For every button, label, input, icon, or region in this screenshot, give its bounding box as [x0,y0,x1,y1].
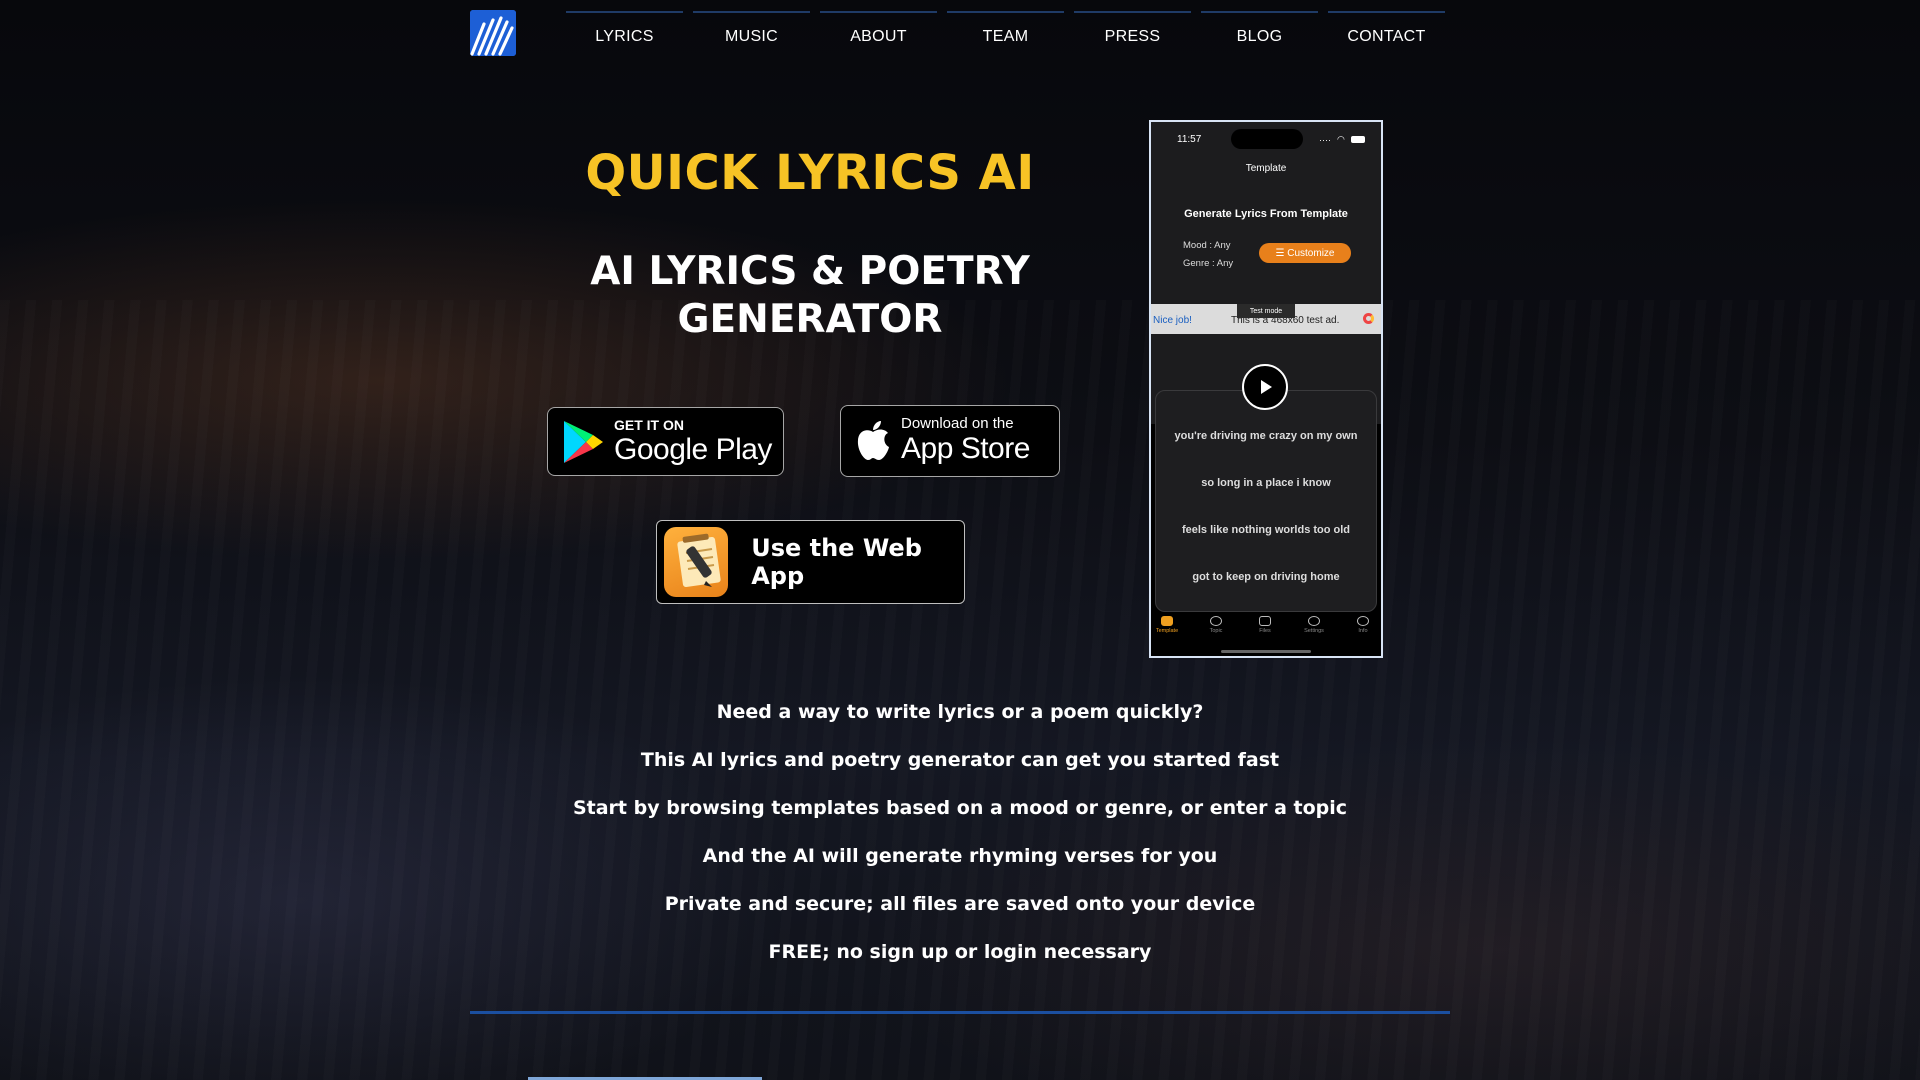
google-play-big-text: Google Play [614,432,772,466]
tab-label: Files [1259,628,1271,634]
battery-icon [1350,136,1365,143]
nav-press[interactable]: PRESS [1074,11,1191,61]
logo-stripes-icon [470,10,516,56]
phone-dynamic-island [1231,129,1303,149]
phone-genre: Genre : Any [1183,258,1234,269]
phone-status-icons: ···· ◠ [1319,134,1365,145]
hero-title: QUICK LYRICS AI [585,145,1035,201]
phone-card-title: Generate Lyrics From Template [1184,208,1348,220]
tab-info[interactable]: Info [1343,616,1381,634]
nav-contact[interactable]: CONTACT [1328,11,1445,61]
tab-topic[interactable]: Topic [1196,616,1236,634]
tab-settings[interactable]: Settings [1294,616,1334,634]
ad-test-mode-badge: Test mode [1237,304,1295,318]
signal-icon: ···· [1319,134,1331,145]
description-line: Start by browsing templates based on a m… [572,797,1348,819]
phone-test-ad[interactable]: Nice job! This is a 468x60 test ad. Test… [1151,304,1381,334]
apple-icon [855,420,891,462]
topic-tab-icon [1210,616,1222,626]
description-line: This AI lyrics and poetry generator can … [640,749,1280,771]
app-store-big-text: App Store [901,432,1030,465]
nav-about[interactable]: ABOUT [820,11,937,61]
web-app-label: Use the Web App [751,534,922,590]
lyric-line: so long in a place i know [1201,477,1331,489]
web-app-button[interactable]: Use the Web App [656,520,965,604]
wifi-icon: ◠ [1337,134,1345,144]
tab-template[interactable]: Template [1151,616,1187,634]
template-tab-icon [1161,616,1173,626]
ad-nice-text: Nice job! [1153,315,1192,326]
nav-music[interactable]: MUSIC [693,11,810,61]
description-block: Need a way to write lyrics or a poem qui… [560,697,1360,985]
description-line: And the AI will generate rhyming verses … [702,845,1218,867]
notepad-pen-icon [664,527,729,597]
phone-nav-title: Template [1245,163,1287,174]
phone-header: 11:57 ···· ◠ Template [1151,122,1381,182]
google-play-button[interactable]: GET IT ON Google Play [547,407,784,476]
lyric-line: you're driving me crazy on my own [1174,430,1358,442]
phone-mockup: 11:57 ···· ◠ Template Generate Lyrics Fr… [1149,120,1383,658]
tab-label: Info [1358,628,1368,634]
nav-team[interactable]: TEAM [947,11,1064,61]
hero-subtitle-line2: GENERATOR [677,297,943,342]
nav-lyrics[interactable]: LYRICS [566,11,683,61]
tab-label: Template [1155,628,1179,634]
gear-icon [1308,616,1320,626]
description-line: FREE; no sign up or login necessary [768,941,1152,963]
google-play-icon [562,419,604,465]
files-tab-icon [1259,616,1271,626]
description-line: Need a way to write lyrics or a poem qui… [716,701,1204,723]
phone-customize-button[interactable]: ☰ Customize [1259,243,1351,263]
section-divider [470,1011,1450,1014]
hero-subtitle: AI LYRICS & POETRY GENERATOR [560,248,1060,344]
hero-subtitle-line1: AI LYRICS & POETRY [590,249,1030,294]
lyric-line: got to keep on driving home [1192,571,1340,583]
site-logo[interactable] [470,10,516,56]
lyric-line: feels like nothing worlds too old [1181,524,1351,536]
ad-logo-icon [1363,313,1374,324]
play-icon[interactable] [1242,364,1288,410]
main-nav: LYRICS MUSIC ABOUT TEAM PRESS BLOG CONTA… [566,11,1455,61]
tab-label: Topic [1209,628,1223,634]
phone-time: 11:57 [1177,134,1202,145]
tab-files[interactable]: Files [1245,616,1285,634]
tab-label: Settings [1304,628,1324,634]
google-play-small-text: GET IT ON [614,416,684,433]
phone-mood: Mood : Any [1183,240,1231,251]
nav-blog[interactable]: BLOG [1201,11,1318,61]
phone-home-indicator [1221,650,1311,653]
info-icon [1357,616,1369,626]
description-line: Private and secure; all files are saved … [664,893,1256,915]
app-store-button[interactable]: Download on the App Store [840,405,1060,477]
app-store-small-text: Download on the [901,415,1014,432]
